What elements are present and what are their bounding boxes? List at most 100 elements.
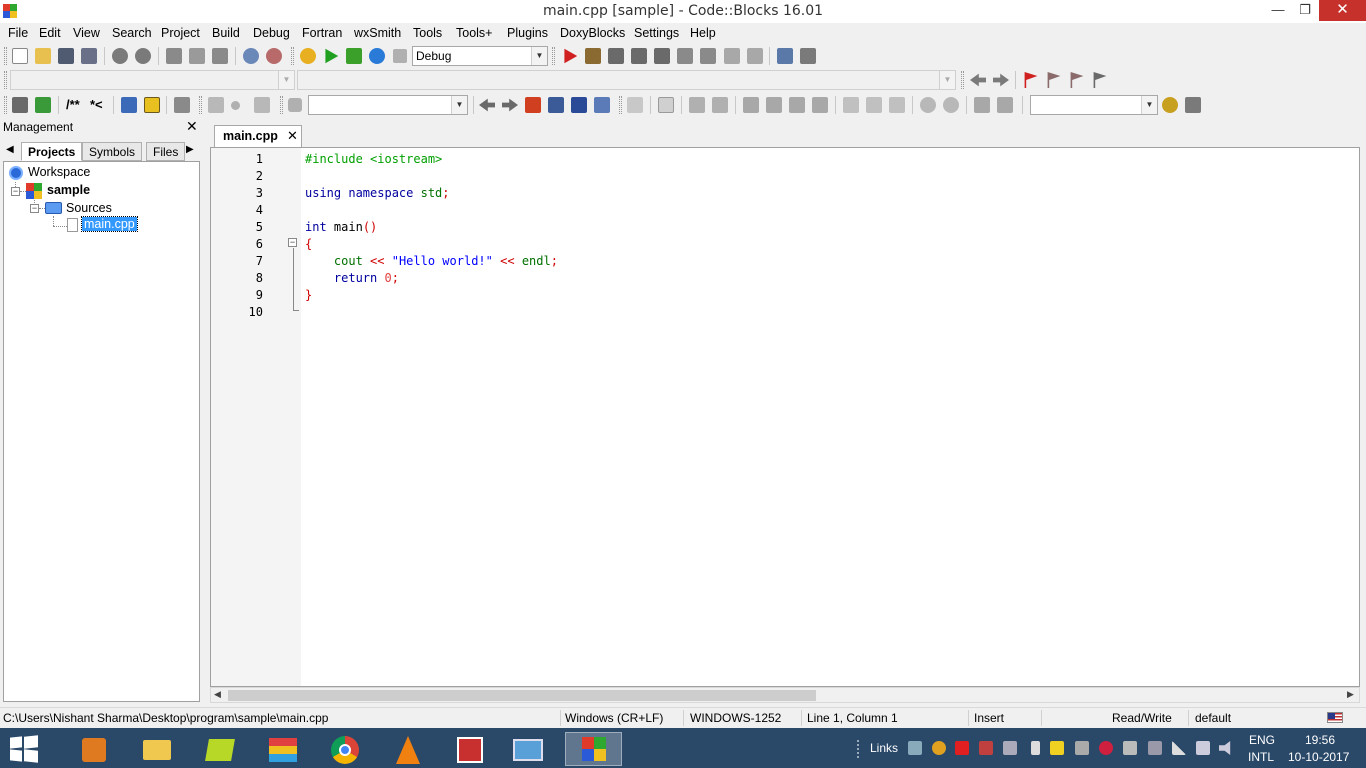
chrome-icon[interactable] bbox=[318, 732, 370, 766]
run-icon[interactable] bbox=[325, 48, 339, 64]
menu-wxsmith[interactable]: wxSmith bbox=[354, 26, 401, 40]
save-icon[interactable] bbox=[58, 48, 74, 64]
last-icon[interactable] bbox=[254, 97, 270, 113]
media-player-icon[interactable] bbox=[68, 732, 120, 766]
next-bookmark-icon[interactable] bbox=[1070, 72, 1084, 88]
menu-doxyblocks[interactable]: DoxyBlocks bbox=[560, 26, 625, 40]
text-icon[interactable] bbox=[712, 97, 728, 113]
function-select[interactable]: ▼ bbox=[297, 70, 956, 90]
rebuild-icon[interactable] bbox=[369, 48, 385, 64]
menu-file[interactable]: File bbox=[8, 26, 28, 40]
save-all-icon[interactable] bbox=[81, 48, 97, 64]
bluestacks-icon[interactable] bbox=[256, 732, 308, 766]
border-left-icon[interactable] bbox=[843, 97, 859, 113]
align-top-icon[interactable] bbox=[743, 97, 759, 113]
tray-phone-icon[interactable] bbox=[1031, 741, 1040, 755]
menu-help[interactable]: Help bbox=[690, 26, 716, 40]
tray-quickheal-icon[interactable] bbox=[955, 741, 969, 755]
jump-back-icon[interactable] bbox=[970, 73, 986, 87]
new-file-icon[interactable] bbox=[12, 48, 28, 64]
scope-select[interactable]: ▼ bbox=[10, 70, 295, 90]
incremental-search-input[interactable]: ▼ bbox=[308, 95, 468, 115]
menu-search[interactable]: Search bbox=[112, 26, 152, 40]
match-case-icon[interactable] bbox=[571, 97, 587, 113]
tray-lock-icon[interactable] bbox=[1123, 741, 1137, 755]
collapse-project-icon[interactable]: − bbox=[11, 187, 20, 196]
redo-icon[interactable] bbox=[135, 48, 151, 64]
stop-debugger-icon[interactable] bbox=[747, 48, 763, 64]
build-and-run-icon[interactable] bbox=[346, 48, 362, 64]
tray-network-tools-icon[interactable] bbox=[908, 741, 922, 755]
abort-icon[interactable] bbox=[393, 49, 407, 63]
tree-project-sample[interactable]: sample bbox=[47, 183, 90, 197]
search-next-icon[interactable] bbox=[502, 98, 518, 112]
input-language[interactable]: ENG bbox=[1249, 733, 1275, 747]
tab-scroll-right-icon[interactable]: ▶ bbox=[186, 144, 194, 155]
wifi-signal-icon[interactable] bbox=[1172, 741, 1186, 755]
align-middle-icon[interactable] bbox=[766, 97, 782, 113]
thesaurus-icon[interactable] bbox=[997, 97, 1013, 113]
run-chm-icon[interactable] bbox=[144, 97, 160, 113]
photos-icon[interactable] bbox=[501, 732, 553, 766]
close-icon[interactable]: ✕ bbox=[186, 118, 198, 135]
build-target-select[interactable]: Debug ▼ bbox=[412, 46, 548, 66]
debugging-windows-icon[interactable] bbox=[777, 48, 793, 64]
tab-symbols[interactable]: Symbols bbox=[82, 142, 143, 161]
menu-edit[interactable]: Edit bbox=[39, 26, 61, 40]
doxywizard-icon[interactable] bbox=[12, 97, 28, 113]
pointer-icon[interactable] bbox=[627, 97, 643, 113]
toggle-bookmark-icon[interactable] bbox=[1024, 72, 1038, 88]
previous-bookmark-icon[interactable] bbox=[1047, 72, 1061, 88]
find-icon[interactable] bbox=[243, 48, 259, 64]
menu-build[interactable]: Build bbox=[212, 26, 240, 40]
tray-user-icon[interactable] bbox=[1050, 741, 1064, 755]
scrollbar-thumb[interactable] bbox=[228, 690, 816, 701]
tray-app-icon[interactable] bbox=[1099, 741, 1113, 755]
links-toolbar[interactable]: Links bbox=[870, 741, 898, 755]
clear-bookmarks-icon[interactable] bbox=[1093, 72, 1107, 88]
debug-continue-icon[interactable] bbox=[564, 48, 578, 64]
tab-scroll-left-icon[interactable]: ◀ bbox=[6, 144, 14, 155]
tray-security-icon[interactable] bbox=[979, 741, 993, 755]
first-icon[interactable] bbox=[208, 97, 224, 113]
build-icon[interactable] bbox=[300, 48, 316, 64]
align-bottom-icon[interactable] bbox=[789, 97, 805, 113]
codeblocks-taskbar-icon[interactable] bbox=[565, 732, 622, 766]
menu-debug[interactable]: Debug bbox=[253, 26, 290, 40]
clear-search-icon[interactable] bbox=[288, 98, 302, 112]
open-file-icon[interactable] bbox=[35, 48, 51, 64]
clock-time[interactable]: 19:56 bbox=[1305, 733, 1335, 747]
menu-fortran[interactable]: Fortran bbox=[302, 26, 342, 40]
horizontal-scrollbar[interactable]: ◀ ▶ bbox=[210, 687, 1360, 703]
tray-device-icon[interactable] bbox=[1075, 741, 1089, 755]
menu-project[interactable]: Project bbox=[161, 26, 200, 40]
jump-forward-icon[interactable] bbox=[993, 73, 1009, 87]
regex-icon[interactable] bbox=[594, 97, 610, 113]
cut-icon[interactable] bbox=[166, 48, 182, 64]
menu-view[interactable]: View bbox=[73, 26, 100, 40]
scroll-left-icon[interactable]: ◀ bbox=[214, 689, 221, 700]
scroll-right-icon[interactable]: ▶ bbox=[1347, 689, 1354, 700]
code-editor[interactable]: 1 2 3 4 5 6 7 8 9 10 − #include <iostrea… bbox=[210, 147, 1360, 687]
zoom-in-icon[interactable] bbox=[920, 97, 936, 113]
windows-start-icon[interactable] bbox=[10, 735, 38, 763]
input-language-layout[interactable]: INTL bbox=[1248, 750, 1274, 764]
fold-marker-icon[interactable]: − bbox=[288, 238, 297, 247]
paste-icon[interactable] bbox=[212, 48, 228, 64]
action-center-icon[interactable] bbox=[1196, 741, 1210, 755]
pdf-reader-icon[interactable] bbox=[443, 732, 495, 766]
close-tab-icon[interactable]: ✕ bbox=[287, 126, 298, 146]
collapse-folder-icon[interactable]: − bbox=[30, 204, 39, 213]
step-out-icon[interactable] bbox=[654, 48, 670, 64]
symbol-settings-icon[interactable] bbox=[1185, 97, 1201, 113]
align-fill-icon[interactable] bbox=[812, 97, 828, 113]
symbol-search-icon[interactable] bbox=[1162, 97, 1178, 113]
selected-text-only-icon[interactable] bbox=[548, 97, 564, 113]
step-into-icon[interactable] bbox=[631, 48, 647, 64]
sticky-notes-icon[interactable] bbox=[193, 732, 245, 766]
menu-tools-plus[interactable]: Tools+ bbox=[456, 26, 492, 40]
toolbar-grip[interactable] bbox=[4, 47, 7, 65]
tree-file-main-cpp[interactable]: main.cpp bbox=[81, 216, 138, 232]
spelling-icon[interactable] bbox=[974, 97, 990, 113]
tree-folder-sources[interactable]: Sources bbox=[66, 201, 112, 215]
